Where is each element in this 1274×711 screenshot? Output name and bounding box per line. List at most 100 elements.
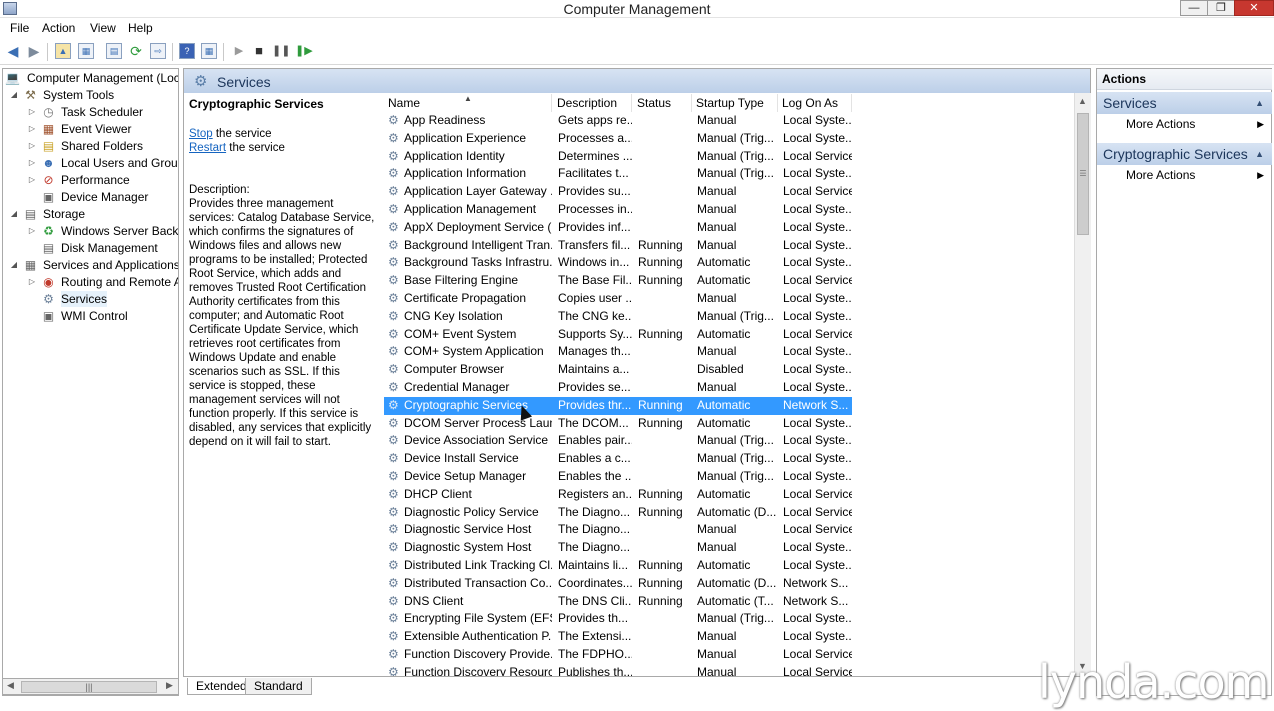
table-row[interactable]: ⚙ Base Filtering Engine The Base Fil... Run… <box>384 272 852 290</box>
table-row[interactable]: ⚙ Background Intelligent Tran... Transfers… <box>384 237 852 255</box>
table-row[interactable]: ⚙ DNS Client The DNS Cli... Running Automati… <box>384 593 852 611</box>
table-row[interactable]: ⚙ Application Layer Gateway ... Provides s… <box>384 183 852 201</box>
cell-logon: Local Syste... <box>783 130 852 145</box>
column-startup-type[interactable]: Startup Type <box>692 94 778 112</box>
table-row[interactable]: ⚙ Background Tasks Infrastru... Windows in… <box>384 254 852 272</box>
actions-section-services[interactable]: Services ▲ <box>1097 92 1272 114</box>
cell-logon: Local Syste... <box>783 629 852 644</box>
expand-icon[interactable]: ▷ <box>27 138 37 154</box>
menu-file[interactable]: File <box>10 21 29 35</box>
collapse-icon[interactable]: ◢ <box>9 206 19 222</box>
start-service-icon[interactable]: ▶ <box>231 43 247 59</box>
minimize-button[interactable]: — <box>1180 0 1208 16</box>
table-row[interactable]: ⚙ Function Discovery Provide... The FDPHO.… <box>384 646 852 664</box>
shared-folder-icon: ▤ <box>42 139 55 153</box>
table-row[interactable]: ⚙ Diagnostic Service Host The Diagno... Man… <box>384 521 852 539</box>
expand-icon[interactable]: ▷ <box>27 274 37 290</box>
restart-service-icon[interactable]: ❚▶ <box>295 43 313 59</box>
table-row[interactable]: ⚙ Cryptographic Services Provides thr... Ru… <box>384 396 852 415</box>
expand-icon[interactable]: ▷ <box>27 155 37 171</box>
menu-action[interactable]: Action <box>42 21 75 35</box>
menu-help[interactable]: Help <box>128 21 153 35</box>
cell-name: Application Identity <box>404 148 505 163</box>
forward-arrow-icon[interactable]: ▶ <box>26 43 42 59</box>
table-row[interactable]: ⚙ DHCP Client Registers an... Running Automa… <box>384 486 852 504</box>
table-row[interactable]: ⚙ CNG Key Isolation The CNG ke... Manual (T… <box>384 308 852 326</box>
expand-icon[interactable]: ▷ <box>27 223 37 239</box>
table-row[interactable]: ⚙ Application Management Processes in... Ma… <box>384 201 852 219</box>
show-hide-tree-icon[interactable]: ▦ <box>78 43 94 59</box>
table-row[interactable]: ⚙ COM+ System Application Manages th... Man… <box>384 343 852 361</box>
table-row[interactable]: ⚙ Device Setup Manager Enables the ... Manu… <box>384 468 852 486</box>
menu-view[interactable]: View <box>90 21 116 35</box>
expand-icon[interactable]: ▷ <box>27 121 37 137</box>
table-row[interactable]: ⚙ Encrypting File System (EFS) Provides th… <box>384 610 852 628</box>
tab-standard[interactable]: Standard <box>245 678 312 695</box>
collapse-section-icon[interactable]: ▲ <box>1255 143 1264 165</box>
more-actions-cryptographic[interactable]: More Actions ▶ <box>1097 166 1272 184</box>
column-status[interactable]: Status <box>633 94 692 112</box>
service-gear-icon: ⚙ <box>388 397 399 412</box>
expand-icon[interactable]: ▷ <box>27 104 37 120</box>
table-row[interactable]: ⚙ Computer Browser Maintains a... Disabled L… <box>384 361 852 379</box>
table-row[interactable]: ⚙ AppX Deployment Service (... Provides in… <box>384 219 852 237</box>
services-vertical-scrollbar[interactable]: ▲ ☰ ▼ <box>1074 93 1091 676</box>
more-actions-services[interactable]: More Actions ▶ <box>1097 115 1272 133</box>
cell-name: Device Association Service <box>404 433 549 448</box>
back-arrow-icon[interactable]: ◀ <box>5 43 21 59</box>
stop-service-link[interactable]: Stop <box>189 128 213 140</box>
properties-icon[interactable]: ▤ <box>106 43 122 59</box>
cell-desc: Provides se... <box>558 380 631 394</box>
table-row[interactable]: ⚙ Extensible Authentication P... The Exten… <box>384 628 852 646</box>
actions-section-cryptographic[interactable]: Cryptographic Services ▲ <box>1097 143 1272 165</box>
scroll-thumb[interactable]: ☰ <box>1077 113 1089 235</box>
cell-startup: Manual <box>697 664 737 677</box>
column-log-on-as[interactable]: Log On As <box>778 94 852 112</box>
expand-icon[interactable]: ▷ <box>27 172 37 188</box>
cell-name: Distributed Transaction Co... <box>404 575 552 590</box>
maximize-button[interactable]: ❐ <box>1207 0 1235 16</box>
up-folder-icon[interactable]: ▲ <box>55 43 71 59</box>
column-name[interactable]: Name ▲ <box>384 94 552 112</box>
scroll-right-icon[interactable]: ▶ <box>166 680 173 691</box>
column-description[interactable]: Description <box>553 94 632 112</box>
pause-service-icon[interactable]: ❚❚ <box>272 43 290 59</box>
cell-name: App Readiness <box>404 113 486 127</box>
table-row[interactable]: ⚙ Application Information Facilitates t...… <box>384 165 852 183</box>
table-row[interactable]: ⚙ Device Association Service Enables pair.… <box>384 432 852 450</box>
refresh-icon[interactable]: ⟳ <box>128 43 144 59</box>
stop-service-icon[interactable]: ■ <box>251 43 267 59</box>
close-button[interactable]: ✕ <box>1234 0 1274 16</box>
show-action-pane-icon[interactable]: ▦ <box>201 43 217 59</box>
table-row[interactable]: ⚙ Function Discovery Resourc... Publishes … <box>384 664 852 677</box>
cell-name: Diagnostic System Host <box>404 540 532 555</box>
table-row[interactable]: ⚙ Diagnostic System Host The Diagno... Manu… <box>384 539 852 557</box>
tree-horizontal-scrollbar[interactable]: ◀ ||| ▶ <box>2 678 179 695</box>
table-row[interactable]: ⚙ DCOM Server Process Laun... The DCOM... R… <box>384 415 852 433</box>
table-row[interactable]: ⚙ App Readiness Gets apps re... Manual Local… <box>384 112 852 130</box>
table-row[interactable]: ⚙ Application Experience Processes a... Man… <box>384 130 852 148</box>
export-list-icon[interactable]: ⇨ <box>150 43 166 59</box>
cell-desc: Gets apps re... <box>558 113 632 127</box>
table-row[interactable]: ⚙ Application Identity Determines ... Manua… <box>384 148 852 166</box>
table-row[interactable]: ⚙ Certificate Propagation Copies user ... M… <box>384 290 852 308</box>
collapse-icon[interactable]: ◢ <box>9 87 19 103</box>
restart-service-link[interactable]: Restart <box>189 142 226 154</box>
collapse-section-icon[interactable]: ▲ <box>1255 92 1264 114</box>
table-row[interactable]: ⚙ Distributed Link Tracking Cl... Maintain… <box>384 557 852 575</box>
collapse-icon[interactable]: ◢ <box>9 257 19 273</box>
cell-status: Running <box>638 273 683 288</box>
scroll-thumb[interactable]: ||| <box>21 681 157 693</box>
tools-icon: ⚒ <box>25 88 36 102</box>
help-icon[interactable]: ? <box>179 43 195 59</box>
table-row[interactable]: ⚙ Distributed Transaction Co... Coordinate… <box>384 575 852 593</box>
scroll-up-icon[interactable]: ▲ <box>1078 96 1087 106</box>
table-row[interactable]: ⚙ COM+ Event System Supports Sy... Running A… <box>384 326 852 344</box>
scroll-left-icon[interactable]: ◀ <box>7 680 14 691</box>
cell-logon: Local Service <box>783 273 852 288</box>
cell-logon: Network S... <box>783 593 849 608</box>
table-row[interactable]: ⚙ Diagnostic Policy Service The Diagno... R… <box>384 504 852 522</box>
cell-name: Device Install Service <box>404 451 519 466</box>
table-row[interactable]: ⚙ Credential Manager Provides se... Manual L… <box>384 379 852 397</box>
table-row[interactable]: ⚙ Device Install Service Enables a c... Man… <box>384 450 852 468</box>
